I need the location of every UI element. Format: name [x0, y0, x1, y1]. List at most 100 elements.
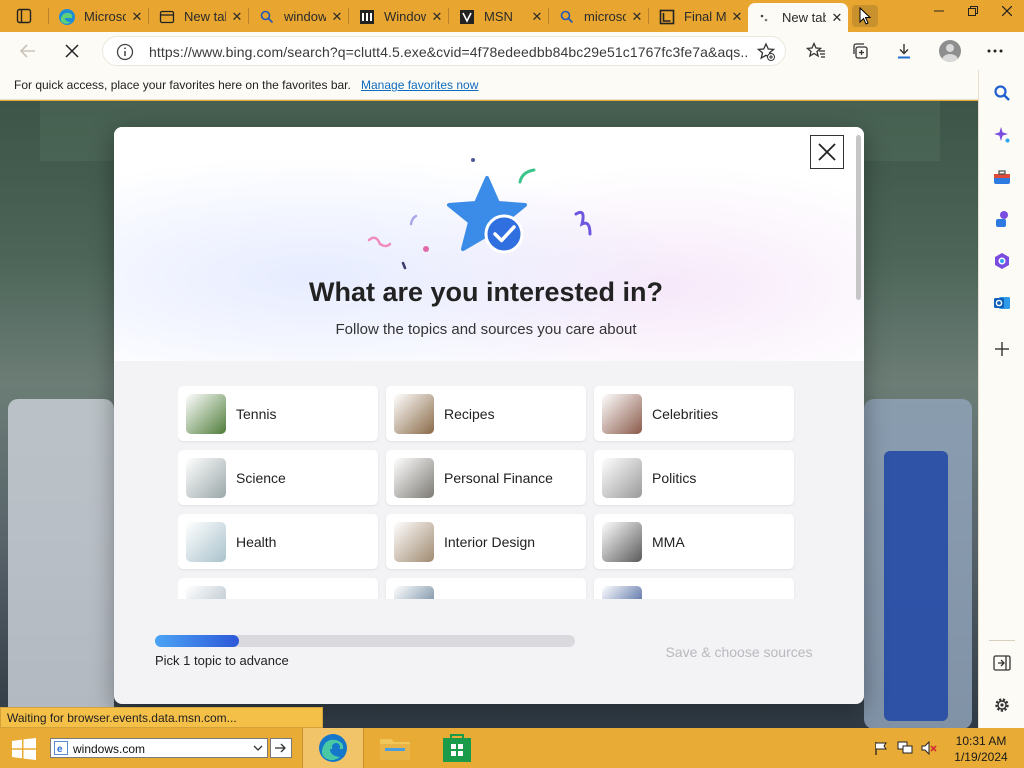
downloads-button[interactable]	[890, 37, 918, 65]
taskbar-address-text: windows.com	[73, 742, 146, 756]
network-icon[interactable]	[896, 740, 914, 756]
tab-6[interactable]: microsoft ✕	[550, 3, 648, 30]
start-button[interactable]	[8, 736, 40, 762]
topic-card[interactable]: Health	[178, 514, 378, 569]
sidebar-outlook-button[interactable]	[989, 290, 1015, 316]
stop-x-icon	[65, 44, 79, 58]
profile-avatar[interactable]	[939, 40, 961, 62]
topic-card[interactable]: Interior Design	[386, 514, 586, 569]
tab-8-active[interactable]: New tab ✕	[748, 3, 848, 32]
tab-1[interactable]: Microsoft Edge ✕	[50, 3, 148, 30]
progress-fill	[155, 635, 239, 647]
taskbar-file-explorer-app[interactable]	[364, 728, 426, 768]
close-tab-icon[interactable]: ✕	[526, 6, 548, 28]
tab-strip: Microsoft Edge ✕ New tab ✕ windows ✕ Win…	[0, 0, 1024, 32]
tab-title: New tab	[184, 9, 226, 24]
tab-title: Windows	[384, 9, 426, 24]
favorites-star-icon	[806, 42, 825, 58]
sidebar-tools-button[interactable]	[989, 164, 1015, 190]
topic-thumbnail	[602, 521, 642, 562]
tab-7[interactable]: Final Microsoft ✕	[650, 3, 748, 30]
add-favorite-icon[interactable]	[755, 41, 777, 63]
topic-card[interactable]: Recipes	[386, 386, 586, 441]
tab-title: New tab	[782, 10, 826, 25]
topic-card[interactable]: Personal Finance	[386, 450, 586, 505]
topic-card[interactable]	[386, 578, 586, 599]
close-tab-icon[interactable]: ✕	[226, 6, 248, 28]
topic-card[interactable]: Artificial	[594, 578, 794, 599]
tab-title: Final Microsoft	[684, 9, 726, 24]
tab-3[interactable]: windows ✕	[250, 3, 348, 30]
gear-icon	[995, 698, 1009, 712]
save-choose-sources-button[interactable]: Save & choose sources	[634, 641, 844, 663]
topic-thumbnail	[602, 585, 642, 599]
topic-card[interactable]: Tennis	[178, 386, 378, 441]
tab-title: MSN	[484, 9, 513, 24]
star-check-illustration	[367, 158, 592, 270]
taskbar-address-toolbar[interactable]: e windows.com	[50, 738, 268, 758]
arrow-right-icon	[275, 743, 286, 753]
sidebar-search-button[interactable]	[989, 80, 1015, 106]
sidebar-settings-button[interactable]	[989, 692, 1015, 718]
topic-card[interactable]: Science	[178, 450, 378, 505]
topic-card[interactable]: MMA	[594, 514, 794, 569]
settings-more-button[interactable]	[981, 37, 1009, 65]
taskbar-edge-app[interactable]	[302, 728, 364, 768]
stop-loading-button[interactable]	[58, 37, 86, 65]
restore-button[interactable]	[956, 0, 990, 22]
close-tab-icon[interactable]: ✕	[826, 7, 848, 29]
close-tab-icon[interactable]: ✕	[126, 6, 148, 28]
sidebar-hide-button[interactable]	[989, 650, 1015, 676]
sidebar-office-button[interactable]	[989, 248, 1015, 274]
dialog-subtitle: Follow the topics and sources you care a…	[335, 321, 637, 338]
minimize-button[interactable]	[922, 0, 956, 22]
close-dialog-button[interactable]	[810, 135, 844, 169]
sidebar-add-button[interactable]	[989, 336, 1015, 362]
topic-thumbnail	[186, 585, 226, 599]
close-icon	[1002, 6, 1012, 16]
tab-2[interactable]: New tab ✕	[150, 3, 248, 30]
topic-card[interactable]: Politics	[594, 450, 794, 505]
close-tab-icon[interactable]: ✕	[726, 6, 748, 28]
topic-thumbnail	[186, 521, 226, 562]
favorites-button[interactable]	[802, 37, 830, 65]
collections-icon	[853, 43, 868, 59]
close-tab-icon[interactable]: ✕	[326, 6, 348, 28]
close-tab-icon[interactable]: ✕	[426, 6, 448, 28]
taskbar-store-app[interactable]	[426, 728, 488, 768]
sidebar-games-button[interactable]	[989, 206, 1015, 232]
store-icon	[443, 734, 471, 762]
interests-dialog: What are you interested in? Follow the t…	[114, 127, 864, 704]
topic-label: Politics	[652, 469, 697, 486]
manage-favorites-link[interactable]: Manage favorites now	[361, 78, 478, 92]
flag-icon[interactable]	[872, 740, 890, 756]
volume-muted-icon[interactable]	[920, 740, 938, 756]
collections-button[interactable]	[846, 37, 874, 65]
address-bar[interactable]: https://www.bing.com/search?q=clutt4.5.e…	[102, 36, 786, 66]
tab-actions-button[interactable]	[4, 4, 44, 28]
new-tab-button[interactable]	[852, 5, 878, 27]
tab-4[interactable]: Windows ✕	[350, 3, 448, 30]
progress-bar	[155, 635, 575, 647]
close-tab-icon[interactable]: ✕	[626, 6, 648, 28]
browser-toolbar: https://www.bing.com/search?q=clutt4.5.e…	[0, 32, 1024, 70]
topic-card[interactable]: Celebrities	[594, 386, 794, 441]
address-go-button[interactable]	[270, 738, 292, 758]
close-window-button[interactable]	[990, 0, 1024, 22]
dialog-scrollbar[interactable]	[856, 135, 861, 300]
url-text: https://www.bing.com/search?q=clutt4.5.e…	[149, 44, 749, 60]
topic-grid: Tennis Recipes Celebrities Science Personal …	[178, 386, 798, 599]
sidebar-copilot-button[interactable]	[989, 122, 1015, 148]
tab-5[interactable]: MSN ✕	[450, 3, 548, 30]
info-icon[interactable]	[115, 42, 135, 62]
topic-card[interactable]	[178, 578, 378, 599]
minimize-icon	[934, 10, 944, 12]
back-button[interactable]	[14, 37, 42, 65]
system-clock[interactable]: 10:31 AM 1/19/2024	[946, 733, 1016, 765]
newtab-icon	[158, 8, 176, 26]
topic-label: Tennis	[236, 405, 277, 422]
hide-sidebar-icon	[993, 655, 1011, 671]
chevron-down-icon[interactable]	[251, 741, 265, 755]
games-chess-icon	[996, 211, 1008, 227]
back-arrow-icon	[19, 44, 35, 58]
